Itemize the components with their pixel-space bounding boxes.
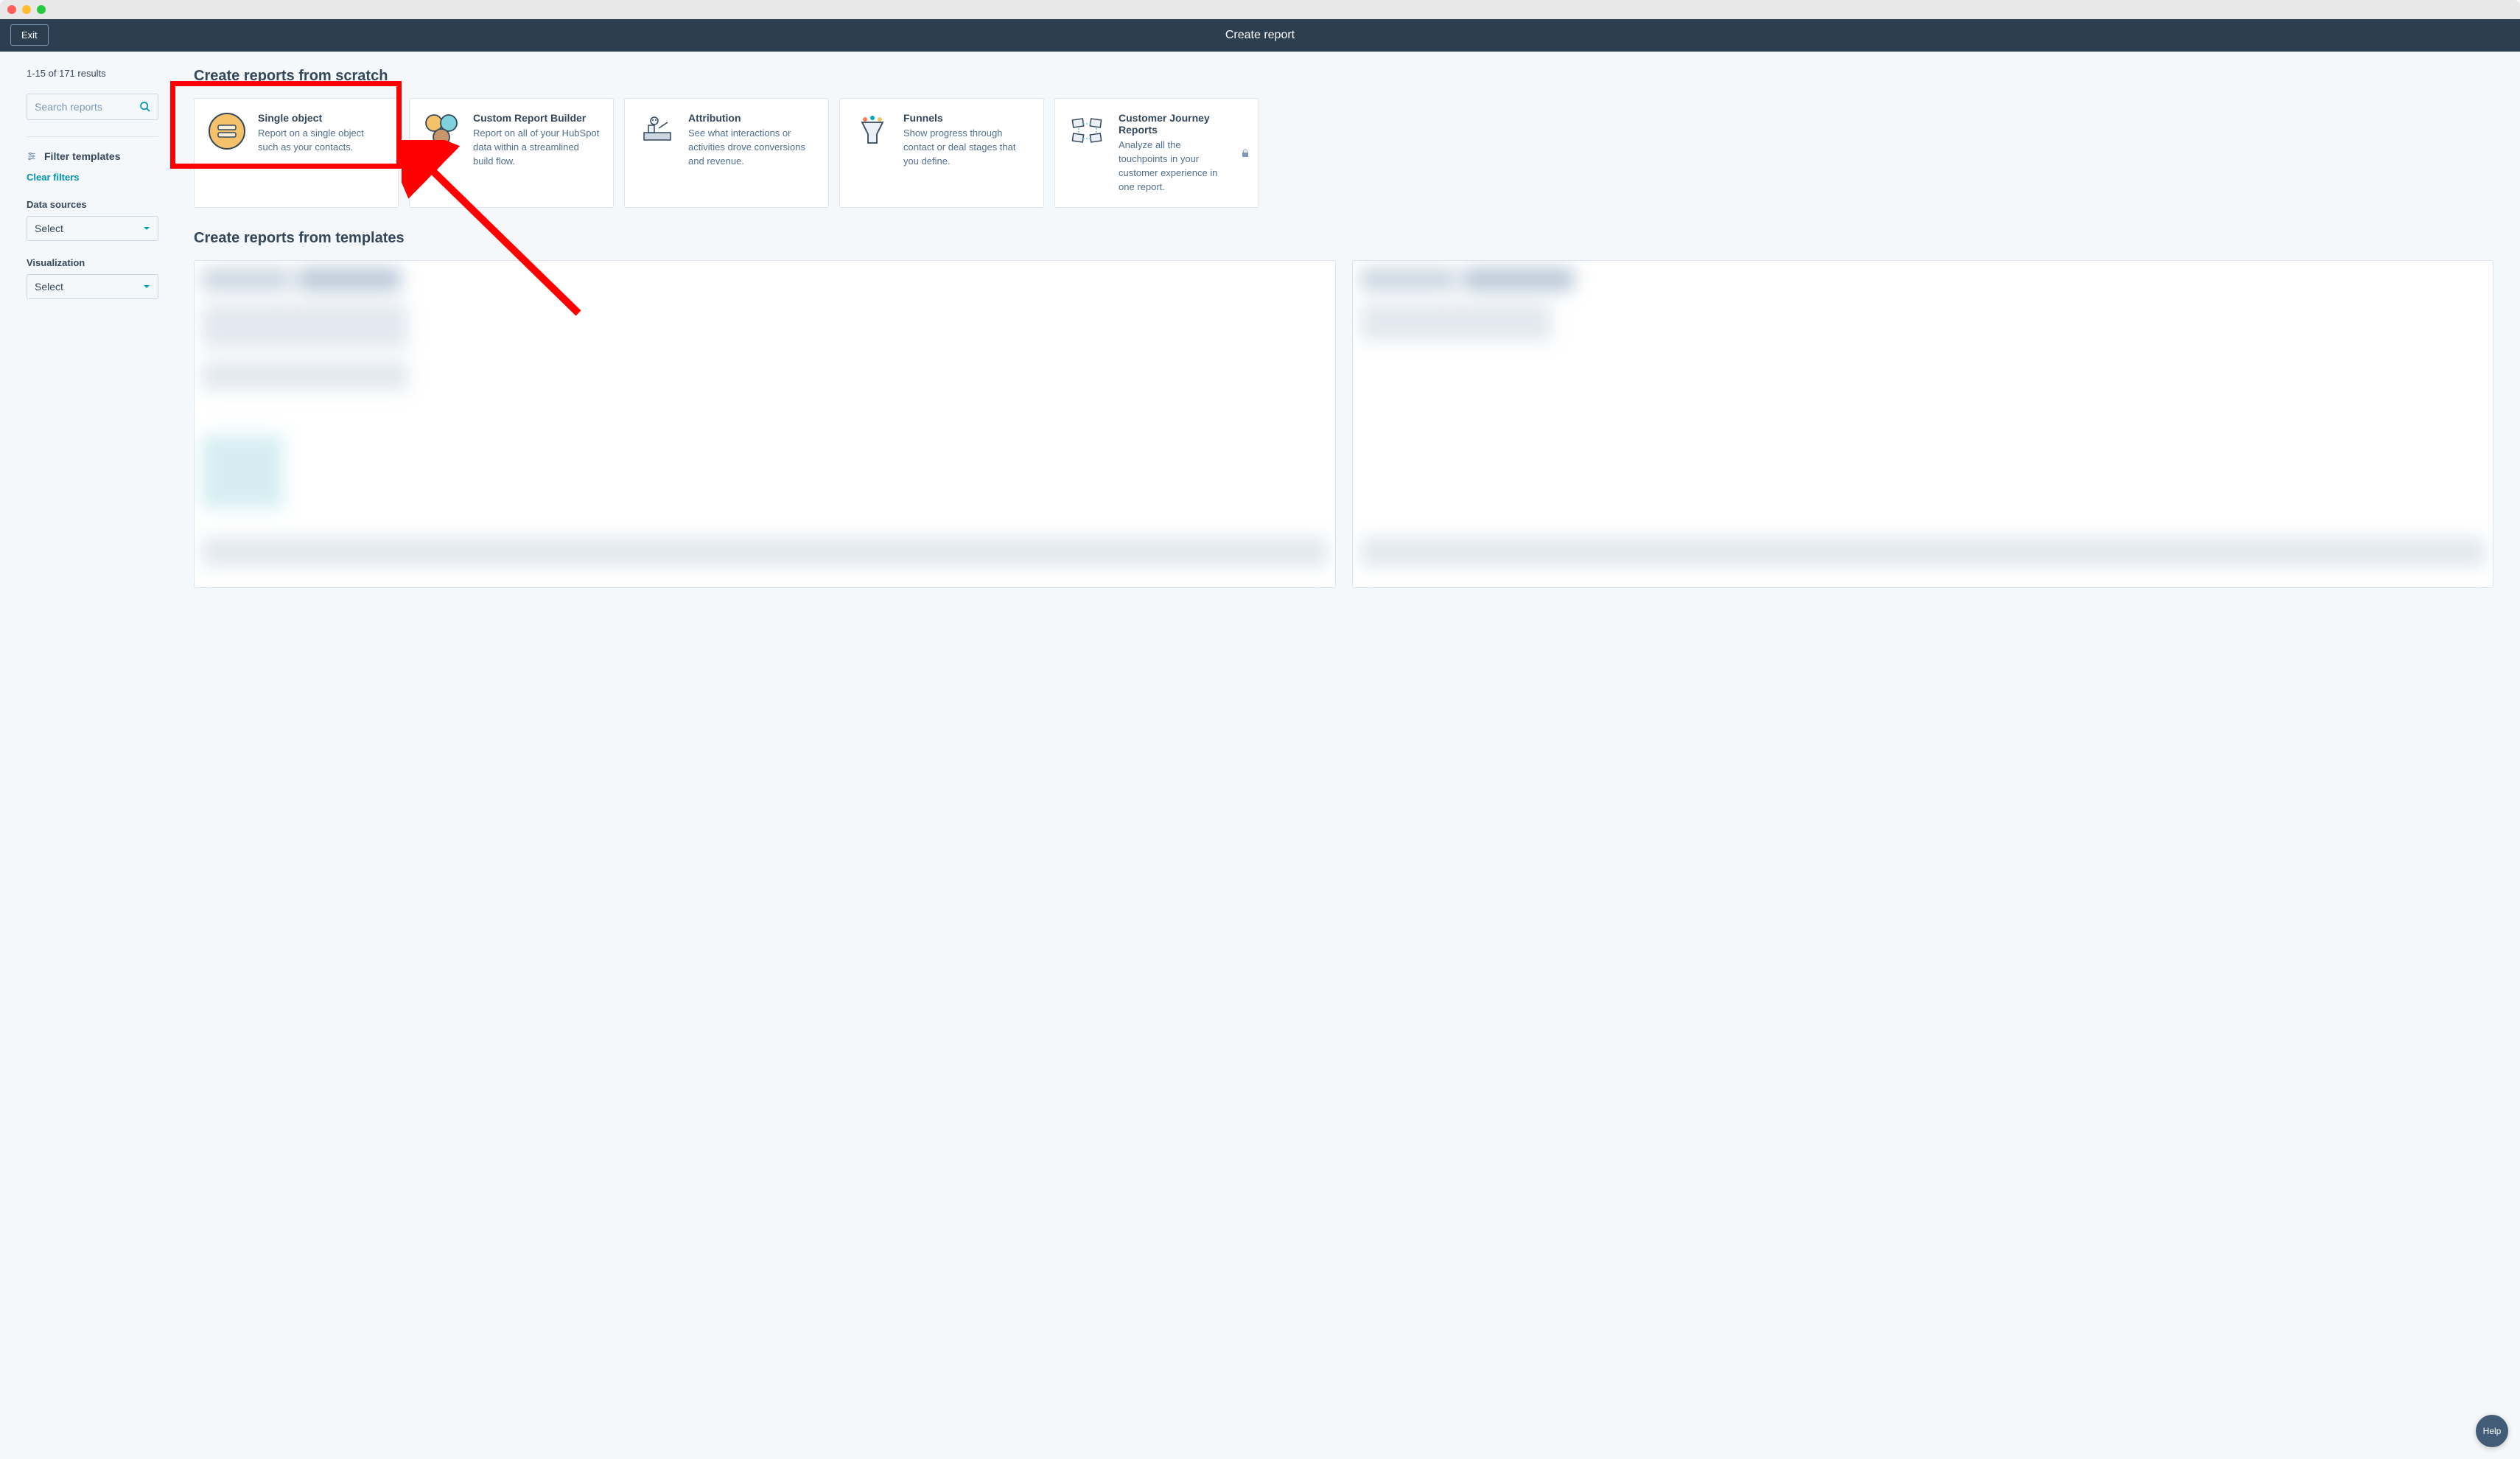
template-card[interactable] [194,260,1336,588]
card-title: Customer Journey Reports [1119,112,1232,136]
settings-icon [27,151,37,161]
maximize-window-button[interactable] [37,5,46,14]
close-window-button[interactable] [7,5,16,14]
topbar: Exit Create report [0,19,2520,52]
data-sources-label: Data sources [27,199,158,210]
search-icon[interactable] [139,101,151,113]
blurred-preview [202,268,1328,580]
divider [27,136,158,137]
visualization-value: Select [35,281,63,293]
card-title: Custom Report Builder [473,112,600,124]
section-from-scratch-title: Create reports from scratch [194,68,2493,85]
filter-heading: Filter templates [27,150,158,162]
card-desc: Report on all of your HubSpot data withi… [473,127,600,169]
attribution-icon [638,112,676,150]
section-from-templates-title: Create reports from templates [194,230,2493,247]
search-box [27,94,158,120]
result-count: 1-15 of 171 results [27,68,158,79]
help-button[interactable]: Help [2476,1415,2508,1447]
blurred-preview [1360,268,2486,580]
funnels-icon [853,112,892,150]
card-title: Attribution [688,112,815,124]
card-desc: Analyze all the touchpoints in your cust… [1119,139,1232,194]
lock-icon [1241,149,1250,158]
card-single-object[interactable]: Single object Report on a single object … [194,98,399,208]
chevron-down-icon [143,225,150,232]
template-card[interactable] [1352,260,2494,588]
data-sources-value: Select [35,223,63,234]
card-customer-journey[interactable]: Customer Journey Reports Analyze all the… [1054,98,1259,208]
page-title: Create report [1225,29,1295,42]
card-desc: See what interactions or activities drov… [688,127,815,169]
main-content: Create reports from scratch Single objec… [181,52,2520,588]
card-desc: Show progress through contact or deal st… [903,127,1030,169]
templates-grid [194,260,2493,588]
card-custom-report-builder[interactable]: Custom Report Builder Report on all of y… [409,98,614,208]
card-funnels[interactable]: Funnels Show progress through contact or… [839,98,1044,208]
sidebar: 1-15 of 171 results Filter templates Cle… [0,52,181,588]
data-sources-select[interactable]: Select [27,216,158,241]
visualization-select[interactable]: Select [27,274,158,299]
exit-button[interactable]: Exit [10,24,49,46]
filter-heading-label: Filter templates [44,150,120,162]
chevron-down-icon [143,283,150,290]
single-object-icon [208,112,246,150]
minimize-window-button[interactable] [22,5,31,14]
card-attribution[interactable]: Attribution See what interactions or act… [624,98,829,208]
custom-builder-icon [423,112,461,150]
journey-icon [1068,112,1107,150]
window-chrome [0,0,2520,19]
scratch-cards-grid: Single object Report on a single object … [194,98,2493,208]
card-title: Single object [258,112,385,124]
card-desc: Report on a single object such as your c… [258,127,385,155]
clear-filters-link[interactable]: Clear filters [27,172,80,183]
card-title: Funnels [903,112,1030,124]
visualization-label: Visualization [27,257,158,268]
